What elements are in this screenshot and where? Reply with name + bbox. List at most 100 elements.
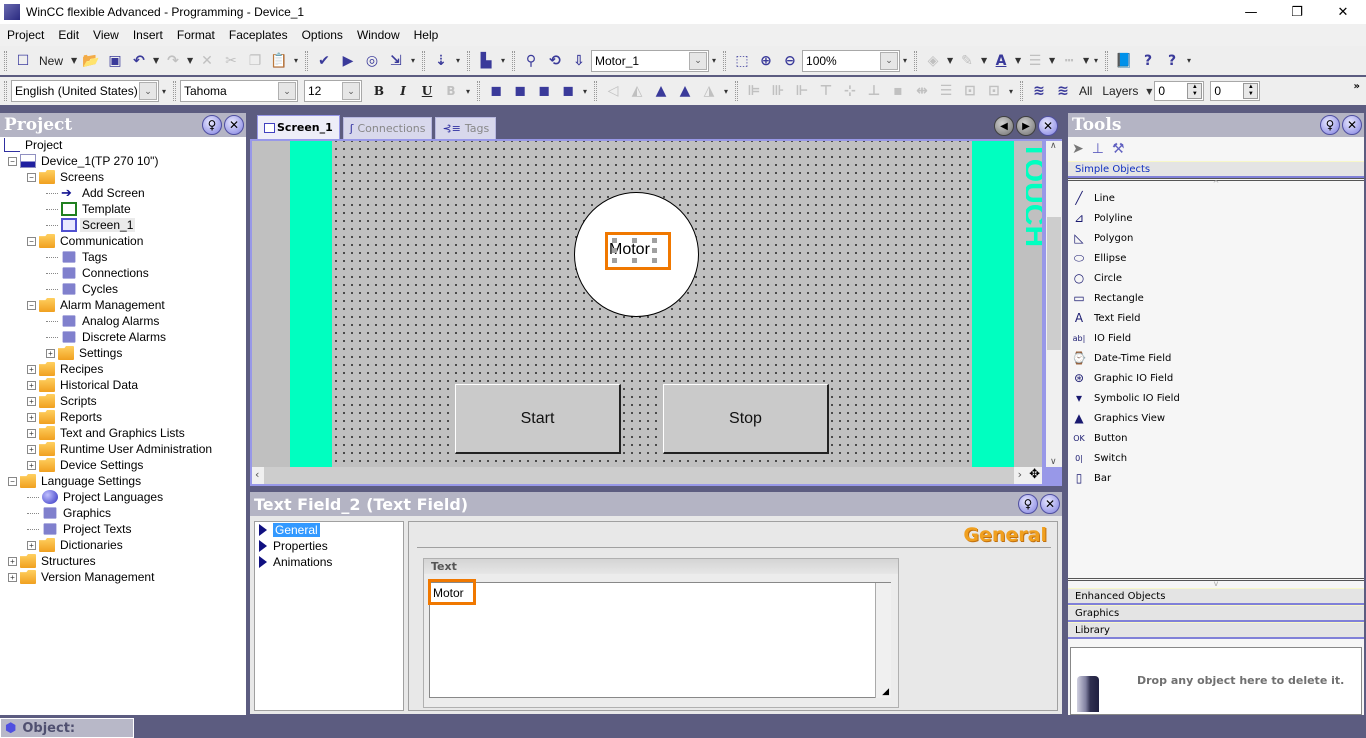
expand-icon[interactable]: + xyxy=(27,412,36,422)
overflow-icon[interactable]: ▾ xyxy=(292,51,300,71)
menu-window[interactable]: Window xyxy=(350,28,407,42)
menu-faceplates[interactable]: Faceplates xyxy=(222,28,295,42)
zoom-in-icon[interactable]: ⊕ xyxy=(757,51,775,71)
cross-reference-icon[interactable]: ▙ xyxy=(477,51,495,71)
category-simple-objects[interactable]: Simple Objects xyxy=(1068,161,1364,178)
find-next-icon[interactable]: ⇩ xyxy=(570,51,588,71)
tree-item[interactable]: + Settings xyxy=(0,345,246,361)
open-icon[interactable]: 📂 xyxy=(82,51,100,71)
replace-icon[interactable]: ⟲ xyxy=(546,51,564,71)
scrollbar-thumb[interactable] xyxy=(264,467,1014,484)
transfer-icon[interactable]: ⇲ xyxy=(387,51,405,71)
chevron-down-icon[interactable]: ⌄ xyxy=(139,82,157,100)
rotate-right-icon[interactable]: ▲ xyxy=(676,81,694,101)
zoom-area-icon[interactable]: ⬚ xyxy=(733,51,751,71)
undo-dropdown-icon[interactable]: ▼ xyxy=(152,51,160,71)
screen-canvas[interactable]: TOUCH Motor Start Stop xyxy=(252,141,1042,467)
nav-animations[interactable]: Animations xyxy=(255,554,403,570)
overflow-icon[interactable]: ▾ xyxy=(1185,51,1193,71)
toolbar-grip[interactable] xyxy=(422,50,426,71)
expand-icon[interactable]: + xyxy=(27,540,36,550)
toolbar-grip[interactable] xyxy=(1105,50,1109,71)
resize-handle[interactable] xyxy=(652,258,657,263)
minimize-button[interactable]: — xyxy=(1228,0,1274,24)
expand-icon[interactable]: + xyxy=(27,364,36,374)
category-enhanced-objects[interactable]: Enhanced Objects xyxy=(1068,588,1364,605)
resize-handle[interactable] xyxy=(632,238,637,243)
simulate-icon[interactable]: ◎ xyxy=(363,51,381,71)
toolbar-overflow-button[interactable]: » xyxy=(1354,81,1360,92)
toolbar-grip[interactable] xyxy=(914,50,918,71)
language-select[interactable]: English (United States) ⌄ xyxy=(11,80,159,102)
expand-icon[interactable]: + xyxy=(27,380,36,390)
layer-down-icon[interactable]: ≋ xyxy=(1054,81,1072,101)
resize-handle[interactable] xyxy=(612,248,617,253)
send-to-back-icon[interactable]: ◼ xyxy=(511,81,529,101)
category-graphics[interactable]: Graphics xyxy=(1068,605,1364,622)
overflow-icon[interactable]: ▾ xyxy=(1092,51,1100,71)
expand-icon[interactable]: + xyxy=(27,460,36,470)
close-button[interactable]: ✕ xyxy=(1320,0,1366,24)
tools-settings-icon[interactable]: ⚒ xyxy=(1112,141,1125,157)
tool-ellipse[interactable]: ⬭ Ellipse xyxy=(1068,248,1364,268)
underline-button[interactable]: U xyxy=(418,81,436,101)
layer-spin-1[interactable]: 0 ▲ ▼ xyxy=(1154,81,1205,101)
dropdown-icon[interactable]: ▼ xyxy=(1014,51,1022,71)
toolbar-grip[interactable] xyxy=(735,81,738,101)
layer-up-icon[interactable]: ≋ xyxy=(1030,81,1048,101)
tree-item[interactable]: + Structures xyxy=(0,553,246,569)
overflow-icon[interactable]: ▾ xyxy=(464,81,472,101)
whats-this-icon[interactable]: ? xyxy=(1163,51,1181,71)
generate-icon[interactable]: ▶ xyxy=(339,51,357,71)
toolbar-grip[interactable] xyxy=(723,50,727,71)
toolbar-grip[interactable] xyxy=(305,50,309,71)
expand-icon[interactable]: + xyxy=(8,556,17,566)
overflow-icon[interactable]: ▾ xyxy=(722,81,730,101)
pin-icon[interactable]: ♀ xyxy=(1018,494,1038,514)
resize-handle[interactable] xyxy=(612,258,617,263)
overflow-icon[interactable]: ▾ xyxy=(499,51,507,71)
font-size-select[interactable]: 12 ⌄ xyxy=(304,80,362,102)
tree-item[interactable]: Template xyxy=(0,201,246,217)
dropdown-icon[interactable]: ▼ xyxy=(1082,51,1090,71)
vertical-scrollbar[interactable]: ∧ ∨ xyxy=(1046,141,1062,467)
nav-properties[interactable]: Properties xyxy=(255,538,403,554)
chevron-down-icon[interactable]: ⌄ xyxy=(342,82,360,100)
tree-item[interactable]: Tags xyxy=(0,249,246,265)
save-icon[interactable]: ▣ xyxy=(106,51,124,71)
tab-next-icon[interactable]: ▶ xyxy=(1016,116,1036,136)
new-icon[interactable]: ☐ xyxy=(14,51,32,71)
expand-icon[interactable]: + xyxy=(46,348,55,358)
toolbar-grip[interactable] xyxy=(594,81,597,101)
chevron-down-icon[interactable]: ⌄ xyxy=(880,51,899,70)
restore-button[interactable]: ❐ xyxy=(1274,0,1320,24)
collapse-down-icon[interactable]: v xyxy=(1068,578,1364,588)
scroll-right-icon[interactable]: › xyxy=(1018,468,1022,481)
help-topics-icon[interactable]: ? xyxy=(1139,51,1157,71)
scroll-down-icon[interactable]: ∨ xyxy=(1050,457,1057,467)
tool-text-field[interactable]: A Text Field xyxy=(1068,308,1364,328)
font-select[interactable]: Tahoma ⌄ xyxy=(180,80,298,102)
delete-drop-zone[interactable]: Drop any object here to delete it. xyxy=(1070,647,1362,715)
new-button[interactable]: New xyxy=(39,54,63,68)
expand-icon[interactable]: + xyxy=(27,428,36,438)
tool-button[interactable]: OK Button xyxy=(1068,428,1364,448)
tool-polygon[interactable]: ◺ Polygon xyxy=(1068,228,1364,248)
tree-item[interactable]: Discrete Alarms xyxy=(0,329,246,345)
scroll-left-icon[interactable]: ‹ xyxy=(255,468,259,481)
resize-handle[interactable] xyxy=(632,258,637,263)
toolbar-grip[interactable] xyxy=(1020,81,1023,101)
expand-icon[interactable]: + xyxy=(27,444,36,454)
tree-item[interactable]: + Runtime User Administration xyxy=(0,441,246,457)
help-book-icon[interactable]: 📘 xyxy=(1115,51,1133,71)
tree-item[interactable]: − Alarm Management xyxy=(0,297,246,313)
close-icon[interactable]: ✕ xyxy=(1342,115,1362,135)
stamp-icon[interactable]: ⊥ xyxy=(1092,141,1104,157)
tree-item[interactable]: + Reports xyxy=(0,409,246,425)
menu-options[interactable]: Options xyxy=(295,28,350,42)
horizontal-scrollbar[interactable]: ‹ › ✥ xyxy=(252,467,1042,484)
tool-rectangle[interactable]: ▭ Rectangle xyxy=(1068,288,1364,308)
tree-item[interactable]: Project xyxy=(0,137,246,153)
overflow-icon[interactable]: ▾ xyxy=(409,51,417,71)
collapse-icon[interactable]: − xyxy=(8,156,17,166)
